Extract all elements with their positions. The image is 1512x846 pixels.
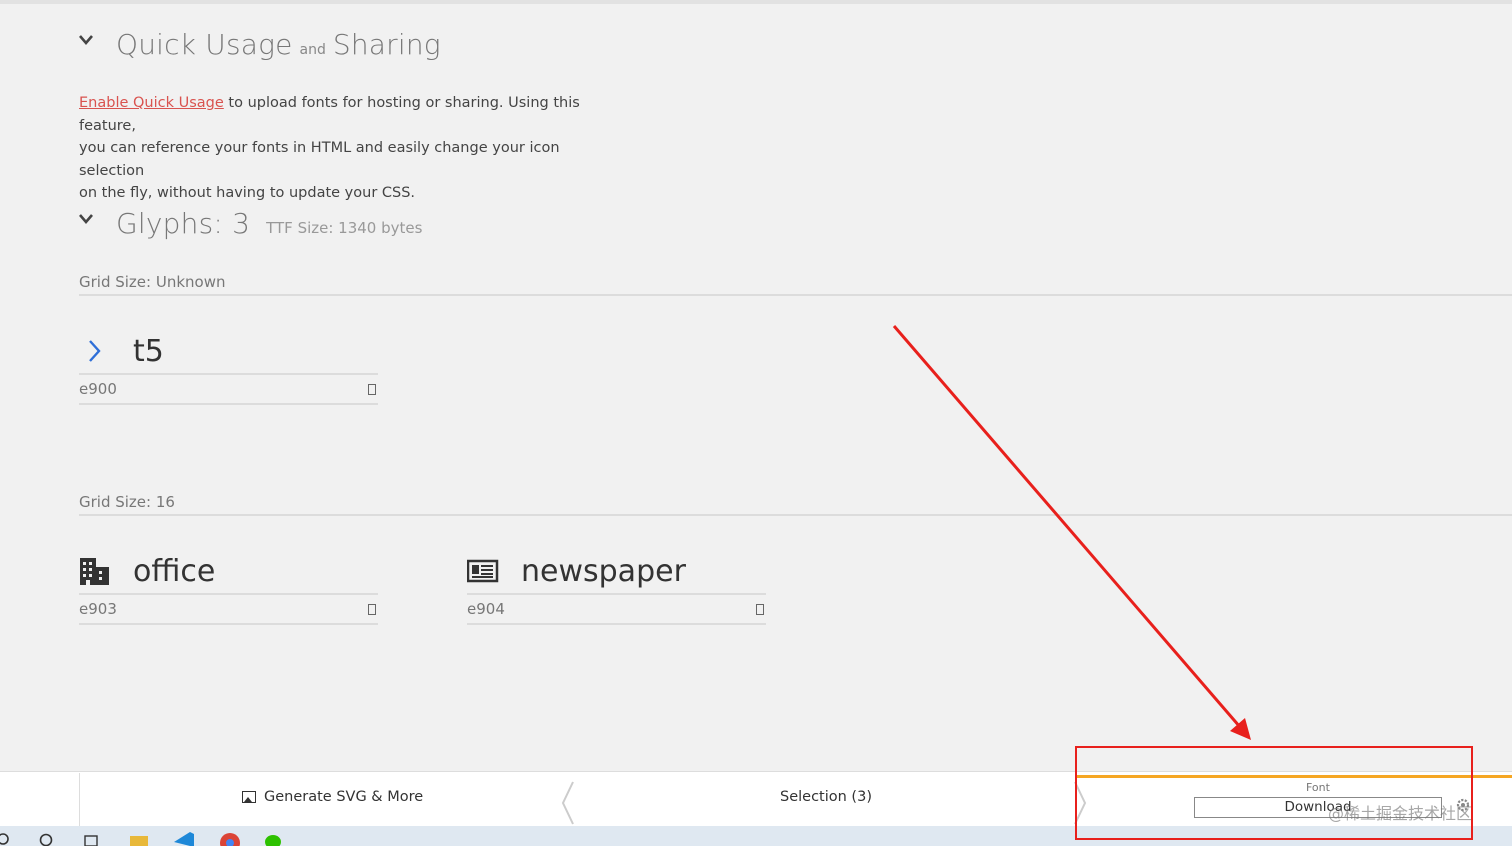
annotation-arrow-icon bbox=[892, 325, 1251, 740]
